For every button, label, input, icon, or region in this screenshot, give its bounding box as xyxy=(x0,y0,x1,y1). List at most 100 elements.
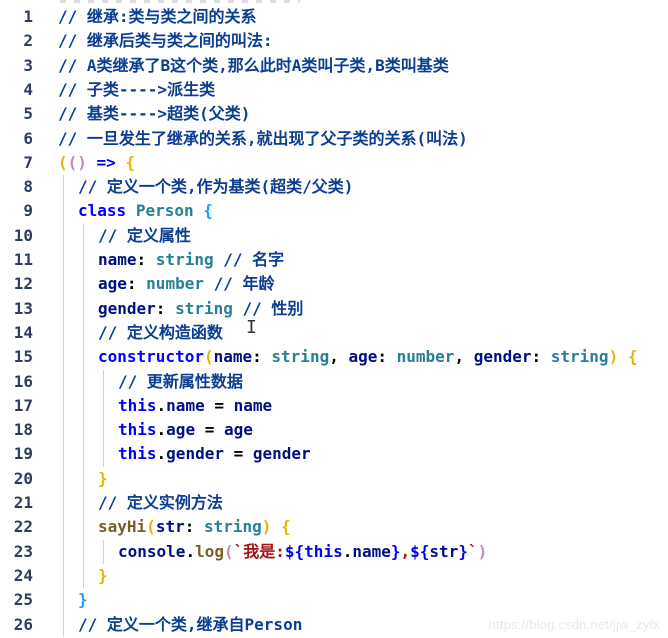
line-number: 10 xyxy=(13,225,33,245)
code-line[interactable]: 17 this.name = name xyxy=(0,394,668,418)
code-token-this: this xyxy=(304,541,343,561)
code-token-templ: } xyxy=(458,541,468,561)
line-code: // 定义属性 xyxy=(98,224,191,248)
code-token-type: string xyxy=(271,347,330,367)
code-token-plain: : xyxy=(155,298,176,318)
code-line[interactable]: 15 constructor(name: string, age: number,… xyxy=(0,345,668,369)
code-line[interactable]: 18 this.age = age xyxy=(0,418,668,442)
line-number: 8 xyxy=(23,177,33,197)
line-code: this.gender = gender xyxy=(118,442,311,466)
code-token-comment: // 继承:类与类之间的关系 xyxy=(58,7,257,26)
code-token-comment: // 名字 xyxy=(223,250,285,269)
code-token-comment: // A类继承了B这个类,那么此时A类叫子类,B类叫基类 xyxy=(58,55,449,75)
code-token-bracket: { xyxy=(281,517,291,537)
code-token-this: this xyxy=(118,420,157,440)
code-line[interactable]: 7 (() => { xyxy=(0,151,668,175)
line-number: 19 xyxy=(13,444,33,464)
code-token-comment: // 一旦发生了继承的关系,就出现了父子类的关系(叫法) xyxy=(58,128,468,148)
code-token-type: string xyxy=(155,250,214,269)
code-line[interactable]: 4 // 子类---->派生类 xyxy=(0,78,668,102)
code-token-prop: gender xyxy=(98,298,156,318)
code-token-plain: = xyxy=(195,420,224,440)
code-line[interactable]: 6 // 一旦发生了继承的关系,就出现了父子类的关系(叫法) xyxy=(0,127,668,151)
line-code: this.age = age xyxy=(118,418,253,442)
line-code: sayHi(str: string) { xyxy=(98,515,291,539)
code-line[interactable]: 11 name: string // 名字 xyxy=(0,248,668,272)
code-token-bracket: ) xyxy=(261,517,272,537)
code-token-method: sayHi xyxy=(98,517,147,537)
code-token-templ: ${ xyxy=(410,541,430,561)
code-line[interactable]: 23 console.log(`我是:${this.name},${str}`) xyxy=(0,540,668,564)
code-line[interactable]: 10 // 定义属性 xyxy=(0,224,668,248)
line-code: gender: string // 性别 xyxy=(98,297,303,321)
code-token-keyword: constructor xyxy=(98,347,204,367)
line-code: // 定义实例方法 xyxy=(98,491,223,515)
code-token-string: , xyxy=(400,541,411,561)
code-token-comment: // 继承后类与类之间的叫法: xyxy=(58,31,273,51)
code-token-type: string xyxy=(175,298,233,318)
text-cursor-icon: I xyxy=(246,317,257,338)
code-token-comment: // 子类---->派生类 xyxy=(58,79,216,99)
line-number: 25 xyxy=(13,590,33,610)
code-line[interactable]: 14 // 定义构造函数 xyxy=(0,321,668,345)
line-code: // 继承后类与类之间的叫法: xyxy=(58,29,273,53)
code-token-string: `我是: xyxy=(233,541,285,561)
code-line[interactable]: 22 sayHi(str: string) { xyxy=(0,515,668,539)
line-code: class Person { xyxy=(78,199,213,223)
line-number: 1 xyxy=(23,7,33,26)
line-code: // 子类---->派生类 xyxy=(58,78,215,102)
code-token-templ: } xyxy=(390,541,401,561)
line-number: 9 xyxy=(23,201,33,221)
code-token-comment: // 年龄 xyxy=(213,274,275,294)
code-line[interactable]: 8 // 定义一个类,作为基类(超类/父类) xyxy=(0,175,668,199)
code-line[interactable]: 9 class Person { xyxy=(0,199,668,223)
line-code: } xyxy=(98,467,108,491)
code-token-bracket3: } xyxy=(78,590,88,610)
code-token-ident: name xyxy=(213,347,253,367)
code-token-ident: str xyxy=(429,541,459,561)
line-code: // 基类---->超类(父类) xyxy=(58,102,250,126)
line-number: 12 xyxy=(13,274,33,294)
line-number: 13 xyxy=(13,298,33,318)
code-token-comment: // 性别 xyxy=(242,298,304,318)
code-line[interactable]: 24} xyxy=(0,564,668,588)
code-line[interactable]: 20} xyxy=(0,467,668,491)
code-line[interactable]: 13 gender: string // 性别 xyxy=(0,297,668,321)
code-token-plain: , xyxy=(454,347,474,367)
code-line[interactable]: 3 // A类继承了B这个类,那么此时A类叫子类,B类叫基类 xyxy=(0,54,668,78)
code-token-comment: // 定义实例方法 xyxy=(98,493,223,512)
code-token-bracket3: { xyxy=(203,201,213,221)
code-line[interactable]: 21 // 定义实例方法 xyxy=(0,491,668,515)
code-line[interactable]: 1 // 继承:类与类之间的关系 xyxy=(0,5,668,29)
code-token-plain: , xyxy=(329,347,349,367)
code-token-bracket2: ) xyxy=(477,541,488,561)
line-code: } xyxy=(78,588,88,612)
code-line[interactable]: 16 // 更新属性数据 xyxy=(0,370,668,394)
line-code: (() => { xyxy=(58,151,135,175)
code-token-prop: name xyxy=(98,250,137,269)
code-line[interactable]: 25} xyxy=(0,588,668,612)
code-editor[interactable]: 1 // 继承:类与类之间的关系 2 // 继承后类与类之间的叫法: 3 // A类继承了… xyxy=(0,0,668,638)
line-code: constructor(name: string, age: number, g… xyxy=(98,345,637,369)
code-token-bracket: } xyxy=(98,468,108,488)
code-token-plain: = xyxy=(204,395,234,415)
code-token-bracket: ( xyxy=(146,517,156,537)
line-code: console.log(`我是:${this.name},${str}`) xyxy=(118,540,487,564)
code-line[interactable]: 12 age: number // 年龄 xyxy=(0,272,668,296)
code-line[interactable]: 2 // 继承后类与类之间的叫法: xyxy=(0,29,668,53)
line-code: // 定义构造函数 xyxy=(98,321,223,345)
code-line[interactable]: 5 // 基类---->超类(父类) xyxy=(0,102,668,126)
line-number: 17 xyxy=(13,395,33,415)
line-code: // 一旦发生了继承的关系,就出现了父子类的关系(叫法) xyxy=(58,127,468,151)
code-token-plain: = xyxy=(223,444,253,464)
code-token-plain: : xyxy=(136,250,156,269)
code-token-plain: : xyxy=(184,517,204,537)
code-line[interactable]: 19 this.gender = gender xyxy=(0,442,668,466)
code-token-ident: str xyxy=(155,517,185,537)
